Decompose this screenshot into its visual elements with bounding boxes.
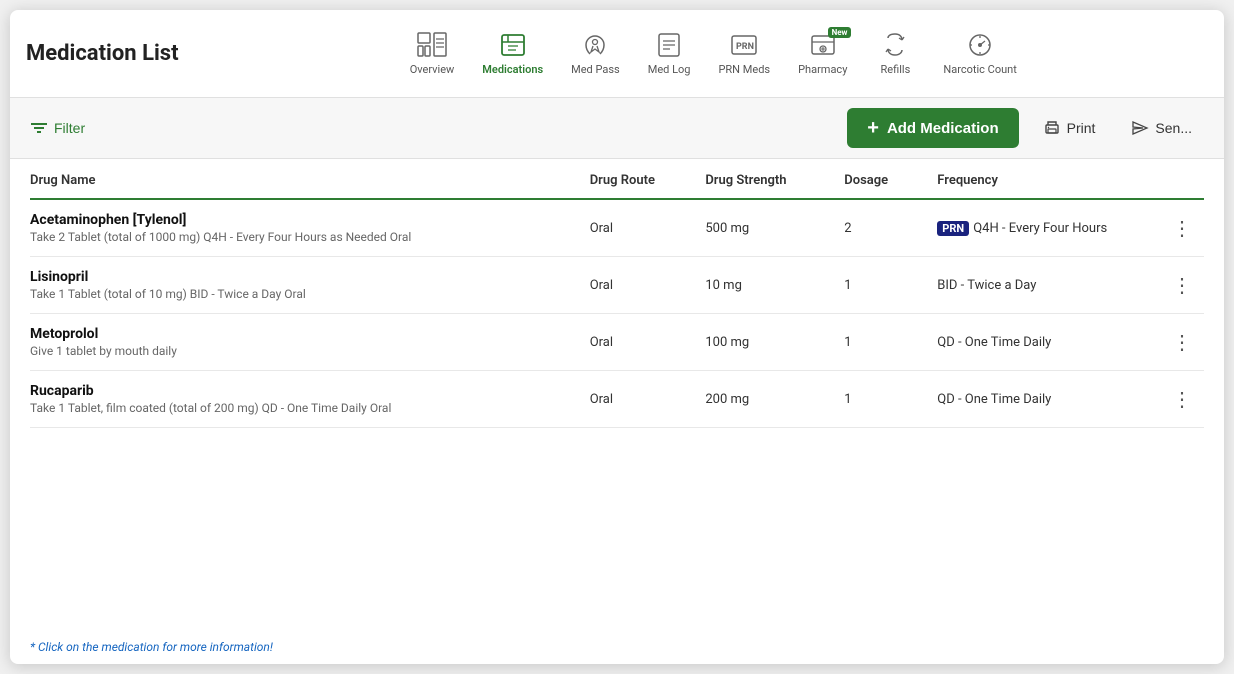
sidebar-item-med-pass[interactable]: Med Pass: [559, 23, 632, 84]
drug-strength-cell: 200 mg: [697, 371, 836, 428]
med-pass-icon: [579, 31, 611, 59]
overview-label: Overview: [410, 63, 455, 76]
sidebar-item-prn-meds[interactable]: PRN PRN Meds: [706, 23, 782, 84]
add-icon: +: [867, 118, 879, 138]
column-drug-name: Drug Name: [30, 159, 582, 199]
filter-icon: [30, 120, 48, 136]
dosage-cell: 1: [836, 257, 929, 314]
column-dosage: Dosage: [836, 159, 929, 199]
drug-route-cell: Oral: [582, 371, 698, 428]
sidebar-item-refills[interactable]: Refills: [863, 23, 927, 84]
new-badge: New: [828, 27, 852, 38]
column-drug-route: Drug Route: [582, 159, 698, 199]
medication-table-container: Drug Name Drug Route Drug Strength Dosag…: [10, 159, 1224, 626]
send-label: Sen...: [1155, 120, 1192, 136]
sidebar-item-pharmacy[interactable]: New Pharmacy: [786, 23, 859, 84]
dosage-cell: 1: [836, 371, 929, 428]
nav-items: Overview Medications: [219, 23, 1208, 84]
drug-strength-cell: 500 mg: [697, 199, 836, 257]
narcotic-count-label: Narcotic Count: [943, 63, 1016, 76]
refills-icon: [879, 31, 911, 59]
med-log-icon: [653, 31, 685, 59]
table-header-row: Drug Name Drug Route Drug Strength Dosag…: [30, 159, 1204, 199]
prn-meds-label: PRN Meds: [718, 63, 770, 76]
main-window: Medication List Overview: [10, 10, 1224, 664]
drug-strength-cell: 10 mg: [697, 257, 836, 314]
table-row[interactable]: Rucaparib Take 1 Tablet, film coated (to…: [30, 371, 1204, 428]
top-bar: Medication List Overview: [10, 10, 1224, 98]
frequency-cell: QD - One Time Daily: [929, 371, 1160, 428]
row-actions-cell[interactable]: ⋮: [1160, 314, 1204, 371]
table-row[interactable]: Acetaminophen [Tylenol] Take 2 Tablet (t…: [30, 199, 1204, 257]
med-pass-label: Med Pass: [571, 63, 620, 76]
add-medication-button[interactable]: + Add Medication: [847, 108, 1018, 148]
send-icon: [1131, 120, 1149, 136]
sidebar-item-narcotic-count[interactable]: Narcotic Count: [931, 23, 1028, 84]
prn-meds-icon: PRN: [728, 31, 760, 59]
column-drug-strength: Drug Strength: [697, 159, 836, 199]
row-menu-button[interactable]: ⋮: [1168, 273, 1196, 297]
drug-route-cell: Oral: [582, 199, 698, 257]
drug-instruction-text: Give 1 tablet by mouth daily: [30, 344, 574, 358]
send-button[interactable]: Sen...: [1119, 112, 1204, 144]
filter-button[interactable]: Filter: [30, 120, 85, 136]
overview-icon: [416, 31, 448, 59]
frequency-cell: QD - One Time Daily: [929, 314, 1160, 371]
medications-icon: [497, 31, 529, 59]
med-log-label: Med Log: [648, 63, 691, 76]
row-menu-button[interactable]: ⋮: [1168, 216, 1196, 240]
drug-instruction-text: Take 2 Tablet (total of 1000 mg) Q4H - E…: [30, 230, 574, 244]
frequency-cell: PRNQ4H - Every Four Hours: [929, 199, 1160, 257]
refills-label: Refills: [881, 63, 911, 76]
medications-label: Medications: [482, 63, 543, 76]
medication-table: Drug Name Drug Route Drug Strength Dosag…: [30, 159, 1204, 428]
print-button[interactable]: Print: [1031, 112, 1108, 144]
drug-route-cell: Oral: [582, 314, 698, 371]
row-actions-cell[interactable]: ⋮: [1160, 257, 1204, 314]
dosage-cell: 2: [836, 199, 929, 257]
column-frequency: Frequency: [929, 159, 1160, 199]
print-icon: [1043, 120, 1061, 136]
prn-badge: PRN: [937, 221, 969, 236]
drug-route-cell: Oral: [582, 257, 698, 314]
row-actions-cell[interactable]: ⋮: [1160, 199, 1204, 257]
svg-text:PRN: PRN: [736, 42, 754, 52]
footnote: * Click on the medication for more infor…: [10, 626, 1224, 664]
page-title: Medication List: [26, 41, 179, 66]
table-row[interactable]: Metoprolol Give 1 tablet by mouth daily …: [30, 314, 1204, 371]
toolbar: Filter + Add Medication Print: [10, 98, 1224, 159]
filter-label: Filter: [54, 120, 85, 136]
dosage-cell: 1: [836, 314, 929, 371]
narcotic-count-icon: [964, 31, 996, 59]
row-menu-button[interactable]: ⋮: [1168, 330, 1196, 354]
sidebar-item-medications[interactable]: Medications: [470, 23, 555, 84]
row-actions-cell[interactable]: ⋮: [1160, 371, 1204, 428]
drug-name-text: Lisinopril: [30, 269, 574, 285]
frequency-cell: BID - Twice a Day: [929, 257, 1160, 314]
pharmacy-label: Pharmacy: [798, 63, 847, 76]
drug-instruction-text: Take 1 Tablet, film coated (total of 200…: [30, 401, 574, 415]
drug-instruction-text: Take 1 Tablet (total of 10 mg) BID - Twi…: [30, 287, 574, 301]
sidebar-item-overview[interactable]: Overview: [398, 23, 467, 84]
print-label: Print: [1067, 120, 1096, 136]
drug-name-text: Acetaminophen [Tylenol]: [30, 212, 574, 228]
sidebar-item-med-log[interactable]: Med Log: [636, 23, 703, 84]
drug-name-text: Metoprolol: [30, 326, 574, 342]
row-menu-button[interactable]: ⋮: [1168, 387, 1196, 411]
drug-strength-cell: 100 mg: [697, 314, 836, 371]
drug-name-text: Rucaparib: [30, 383, 574, 399]
table-row[interactable]: Lisinopril Take 1 Tablet (total of 10 mg…: [30, 257, 1204, 314]
add-medication-label: Add Medication: [887, 120, 999, 137]
